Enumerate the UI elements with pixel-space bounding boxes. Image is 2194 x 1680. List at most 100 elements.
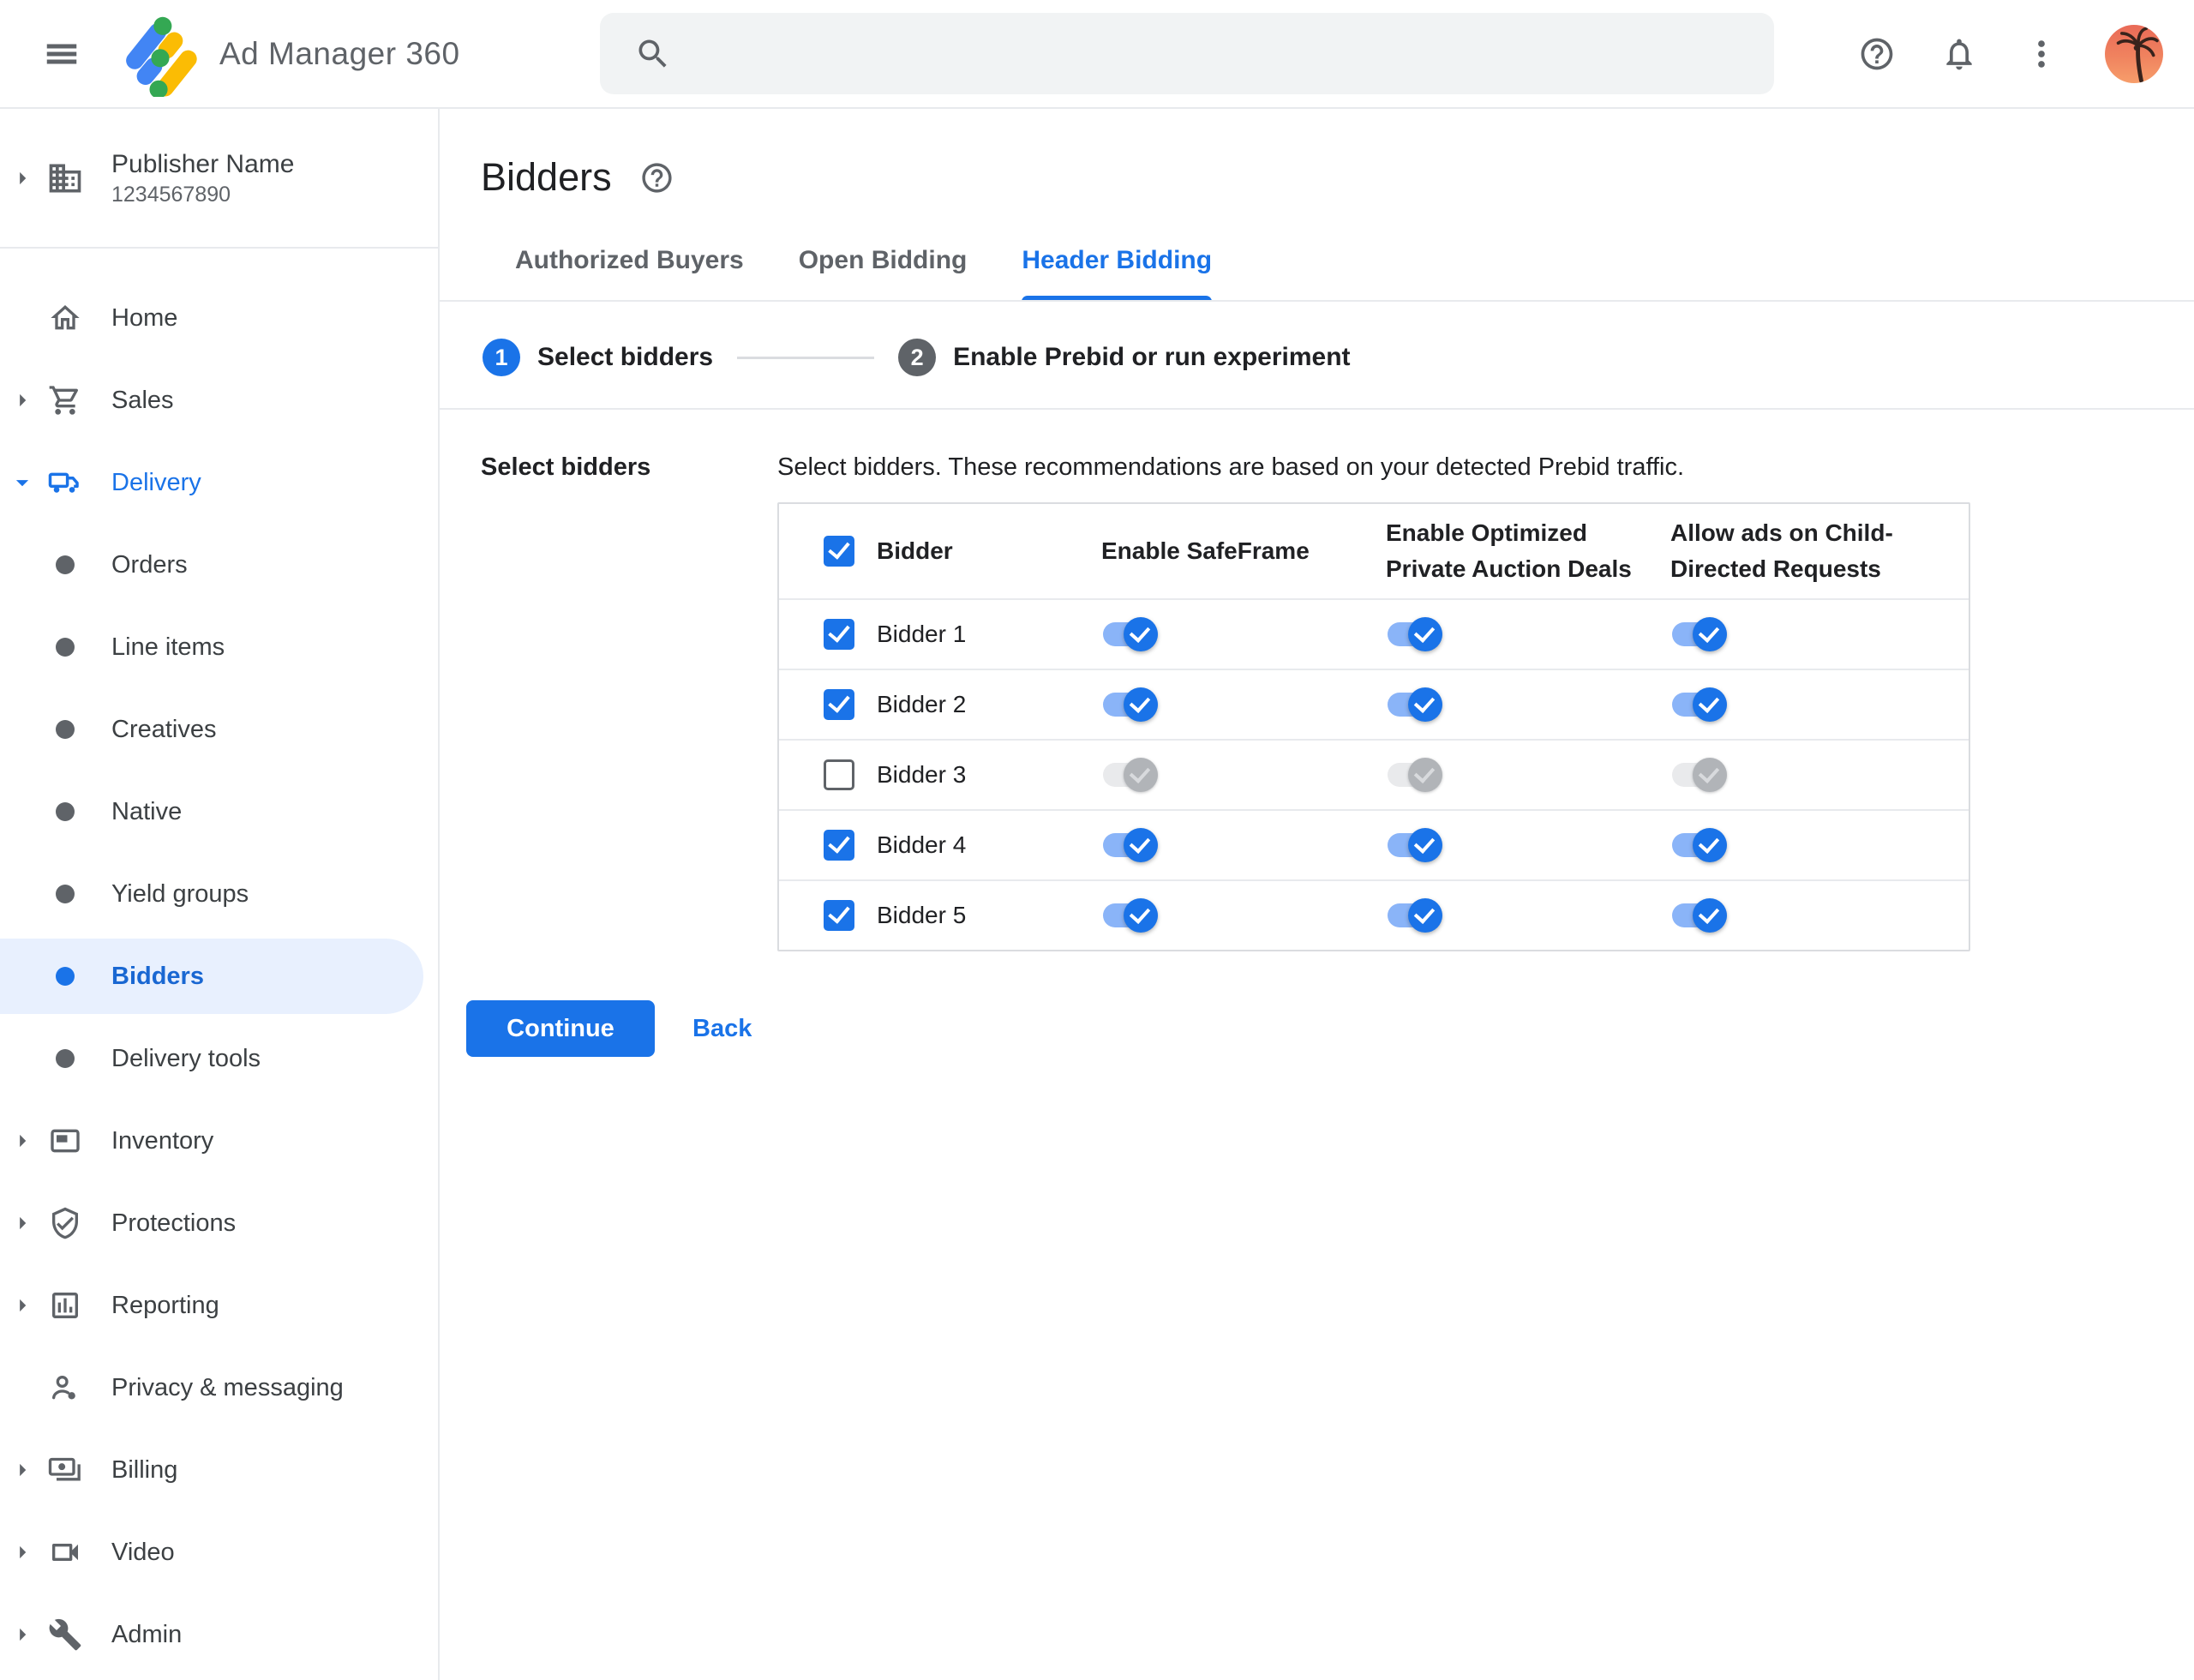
bullet-icon — [56, 638, 75, 657]
tab-header-bidding[interactable]: Header Bidding — [1022, 219, 1212, 302]
ad-manager-logo — [126, 16, 197, 97]
select-all-checkbox[interactable] — [824, 536, 854, 567]
toggle-thumb — [1693, 758, 1727, 792]
sidebar-item-billing[interactable]: Billing — [0, 1429, 438, 1511]
sidebar-item-label: Delivery — [111, 468, 201, 496]
table-header-row: Bidder Enable SafeFrame Enable Optimized… — [779, 504, 1969, 598]
avatar[interactable] — [2105, 24, 2163, 83]
chevron-right-icon — [20, 1628, 27, 1641]
sidebar-item-admin[interactable]: Admin — [0, 1593, 438, 1676]
optimized-deals-toggle[interactable] — [1388, 687, 1442, 722]
sidebar-item-label: Inventory — [111, 1126, 214, 1155]
optimized-deals-toggle[interactable] — [1388, 758, 1442, 792]
safeframe-toggle[interactable] — [1103, 617, 1158, 651]
chevron-right-icon — [20, 1216, 27, 1230]
tab-open-bidding[interactable]: Open Bidding — [799, 219, 968, 302]
cart-icon — [49, 386, 79, 415]
tab-authorized-buyers[interactable]: Authorized Buyers — [515, 219, 744, 302]
column-header-safeframe: Enable SafeFrame — [1101, 537, 1310, 564]
bullet-icon — [56, 885, 75, 903]
child-directed-toggle[interactable] — [1672, 898, 1727, 933]
safeframe-toggle[interactable] — [1103, 687, 1158, 722]
toggle-thumb — [1408, 898, 1442, 933]
hamburger-menu-button[interactable] — [41, 33, 82, 75]
sidebar-item-label: Yield groups — [111, 879, 249, 908]
bidders-table: Bidder Enable SafeFrame Enable Optimized… — [777, 502, 1970, 951]
continue-button[interactable]: Continue — [466, 1000, 655, 1057]
chevron-right-icon — [20, 1463, 27, 1477]
sidebar-item-label: Orders — [111, 550, 188, 579]
sidebar-item-reporting[interactable]: Reporting — [0, 1264, 438, 1347]
bidder-name: Bidder 2 — [877, 691, 967, 717]
overflow-menu-button[interactable] — [2023, 35, 2060, 73]
toggle-thumb — [1693, 687, 1727, 722]
publisher-account-selector[interactable]: Publisher Name 1234567890 — [0, 109, 438, 249]
sidebar-item-video[interactable]: Video — [0, 1511, 438, 1593]
sidebar-item-delivery[interactable]: Delivery — [0, 441, 438, 524]
chevron-right-icon — [20, 393, 27, 407]
back-button[interactable]: Back — [692, 1000, 752, 1057]
sidebar-item-orders[interactable]: Orders — [0, 524, 438, 606]
sidebar-item-home[interactable]: Home — [0, 277, 438, 359]
palm-tree-photo — [2116, 26, 2159, 83]
toggle-thumb — [1124, 758, 1158, 792]
chevron-right-icon — [20, 171, 27, 184]
sidebar-item-privacy-messaging[interactable]: Privacy & messaging — [0, 1347, 438, 1429]
wrench-icon — [49, 1618, 81, 1651]
toggle-thumb — [1124, 617, 1158, 651]
sidebar-item-inventory[interactable]: Inventory — [0, 1100, 438, 1182]
step-1-circle: 1 — [483, 339, 520, 376]
child-directed-toggle[interactable] — [1672, 687, 1727, 722]
child-directed-toggle[interactable] — [1672, 758, 1727, 792]
help-button[interactable] — [1858, 35, 1896, 73]
bidder-name: Bidder 1 — [877, 621, 967, 647]
step-2-circle: 2 — [898, 339, 937, 376]
table-row: Bidder 2 — [779, 669, 1969, 739]
row-checkbox[interactable] — [824, 619, 854, 650]
bar-chart-icon — [52, 1293, 78, 1318]
row-checkbox[interactable] — [824, 830, 854, 861]
shield-check-icon — [52, 1207, 78, 1239]
search-bar[interactable] — [600, 13, 1774, 94]
publisher-name: Publisher Name — [111, 149, 295, 178]
sidebar-navigation: Publisher Name 1234567890 Home Sales Del… — [0, 109, 440, 1680]
notifications-button[interactable] — [1940, 35, 1978, 73]
bullet-icon — [56, 720, 75, 739]
notifications-bell-icon — [1946, 39, 1972, 69]
column-header-optimized-deals: Enable Optimized Private Auction Deals — [1386, 519, 1632, 582]
sidebar-item-delivery-tools[interactable]: Delivery tools — [0, 1017, 438, 1100]
optimized-deals-toggle[interactable] — [1388, 828, 1442, 862]
toggle-thumb — [1408, 758, 1442, 792]
safeframe-toggle[interactable] — [1103, 898, 1158, 933]
step-2-label: Enable Prebid or run experiment — [953, 343, 1351, 371]
row-checkbox[interactable] — [824, 759, 854, 790]
sidebar-item-label: Billing — [111, 1455, 178, 1484]
sidebar-item-sales[interactable]: Sales — [0, 359, 438, 441]
bidder-name: Bidder 5 — [877, 902, 967, 928]
sidebar-item-yield-groups[interactable]: Yield groups — [0, 853, 438, 935]
sidebar-item-creatives[interactable]: Creatives — [0, 688, 438, 771]
sidebar-item-label: Bidders — [111, 962, 204, 990]
table-row: Bidder 1 — [779, 598, 1969, 669]
sidebar-item-bidders[interactable]: Bidders — [0, 935, 438, 1017]
help-icon[interactable] — [639, 160, 674, 195]
optimized-deals-toggle[interactable] — [1388, 898, 1442, 933]
search-input[interactable] — [698, 27, 1748, 81]
sidebar-item-native[interactable]: Native — [0, 771, 438, 853]
toggle-thumb — [1408, 687, 1442, 722]
row-checkbox[interactable] — [824, 900, 854, 931]
row-checkbox[interactable] — [824, 689, 854, 720]
safeframe-toggle[interactable] — [1103, 758, 1158, 792]
help-icon — [1861, 38, 1893, 69]
optimized-deals-toggle[interactable] — [1388, 617, 1442, 651]
safeframe-toggle[interactable] — [1103, 828, 1158, 862]
child-directed-toggle[interactable] — [1672, 828, 1727, 862]
tab-divider — [440, 300, 2194, 302]
chevron-right-icon — [20, 1545, 27, 1559]
sidebar-item-label: Privacy & messaging — [111, 1373, 344, 1401]
sidebar-item-line-items[interactable]: Line items — [0, 606, 438, 688]
child-directed-toggle[interactable] — [1672, 617, 1727, 651]
section-label: Select bidders — [481, 453, 651, 481]
bullet-icon — [56, 802, 75, 821]
sidebar-item-protections[interactable]: Protections — [0, 1182, 438, 1264]
